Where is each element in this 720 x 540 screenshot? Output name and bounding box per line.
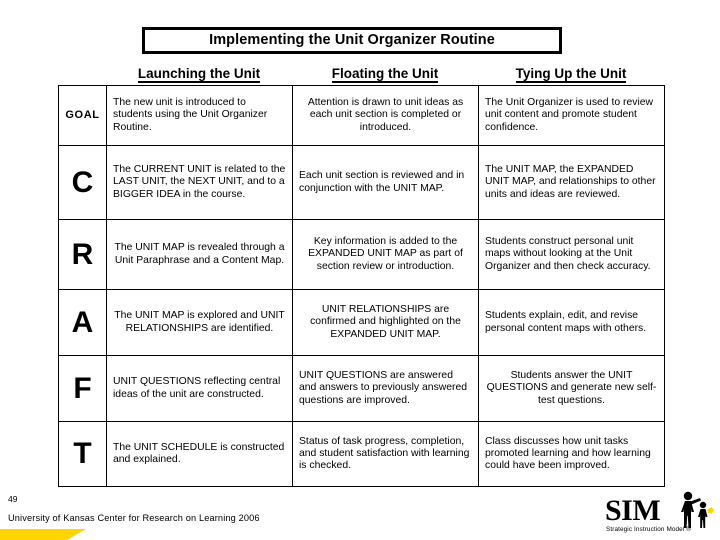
cell-a-tying-up: Students explain, edit, and revise perso…: [478, 289, 665, 356]
cell-goal-floating: Attention is drawn to unit ideas as each…: [292, 85, 479, 146]
sim-tagline: Strategic Instruction Model ®: [606, 526, 692, 533]
yellow-accent-shape: [0, 529, 86, 540]
cell-a-floating: UNIT RELATIONSHIPS are confirmed and hig…: [292, 289, 479, 356]
cell-t-floating: Status of task progress, completion, and…: [292, 421, 479, 487]
page-number: 49: [8, 494, 18, 504]
row-label-a: A: [58, 289, 107, 356]
cell-c-launching: The CURRENT UNIT is related to the LAST …: [106, 145, 293, 220]
sim-logo: SIM Strategic Instruction Model ®: [604, 489, 716, 537]
cell-f-launching: UNIT QUESTIONS reflecting central ideas …: [106, 355, 293, 422]
table-row: F UNIT QUESTIONS reflecting central idea…: [58, 355, 665, 422]
cell-t-launching: The UNIT SCHEDULE is constructed and exp…: [106, 421, 293, 487]
cell-f-tying-up: Students answer the UNIT QUESTIONS and g…: [478, 355, 665, 422]
cell-c-floating: Each unit section is reviewed and in con…: [292, 145, 479, 220]
sim-wordmark: SIM: [605, 494, 661, 527]
cell-t-tying-up: Class discusses how unit tasks promoted …: [478, 421, 665, 487]
routine-matrix-table: GOAL The new unit is introduced to stude…: [58, 85, 665, 487]
row-label-t: T: [58, 421, 107, 487]
table-column-headers: Launching the Unit Floating the Unit Tyi…: [58, 66, 664, 84]
column-header-tying-up: Tying Up the Unit: [515, 66, 627, 83]
cell-r-launching: The UNIT MAP is revealed through a Unit …: [106, 219, 293, 290]
row-label-r: R: [58, 219, 107, 290]
table-row: A The UNIT MAP is explored and UNIT RELA…: [58, 289, 665, 356]
page-title: Implementing the Unit Organizer Routine: [209, 32, 495, 49]
header-spacer: [58, 66, 106, 84]
table-row: T The UNIT SCHEDULE is constructed and e…: [58, 421, 665, 487]
column-header-floating: Floating the Unit: [331, 66, 439, 83]
cell-a-launching: The UNIT MAP is explored and UNIT RELATI…: [106, 289, 293, 356]
footer-credit-line: University of Kansas Center for Research…: [8, 513, 260, 523]
row-label-c: C: [58, 145, 107, 220]
table-row: C The CURRENT UNIT is related to the LAS…: [58, 145, 665, 220]
slide-title-box: Implementing the Unit Organizer Routine: [142, 27, 562, 54]
cell-r-floating: Key information is added to the EXPANDED…: [292, 219, 479, 290]
cell-goal-tying-up: The Unit Organizer is used to review uni…: [478, 85, 665, 146]
cell-r-tying-up: Students construct personal unit maps wi…: [478, 219, 665, 290]
column-header-launching: Launching the Unit: [137, 66, 261, 83]
cell-c-tying-up: The UNIT MAP, the EXPANDED UNIT MAP, and…: [478, 145, 665, 220]
table-row: GOAL The new unit is introduced to stude…: [58, 85, 665, 146]
cell-goal-launching: The new unit is introduced to students u…: [106, 85, 293, 146]
table-row: R The UNIT MAP is revealed through a Uni…: [58, 219, 665, 290]
row-label-f: F: [58, 355, 107, 422]
row-label-goal: GOAL: [58, 85, 107, 146]
cell-f-floating: UNIT QUESTIONS are answered and answers …: [292, 355, 479, 422]
